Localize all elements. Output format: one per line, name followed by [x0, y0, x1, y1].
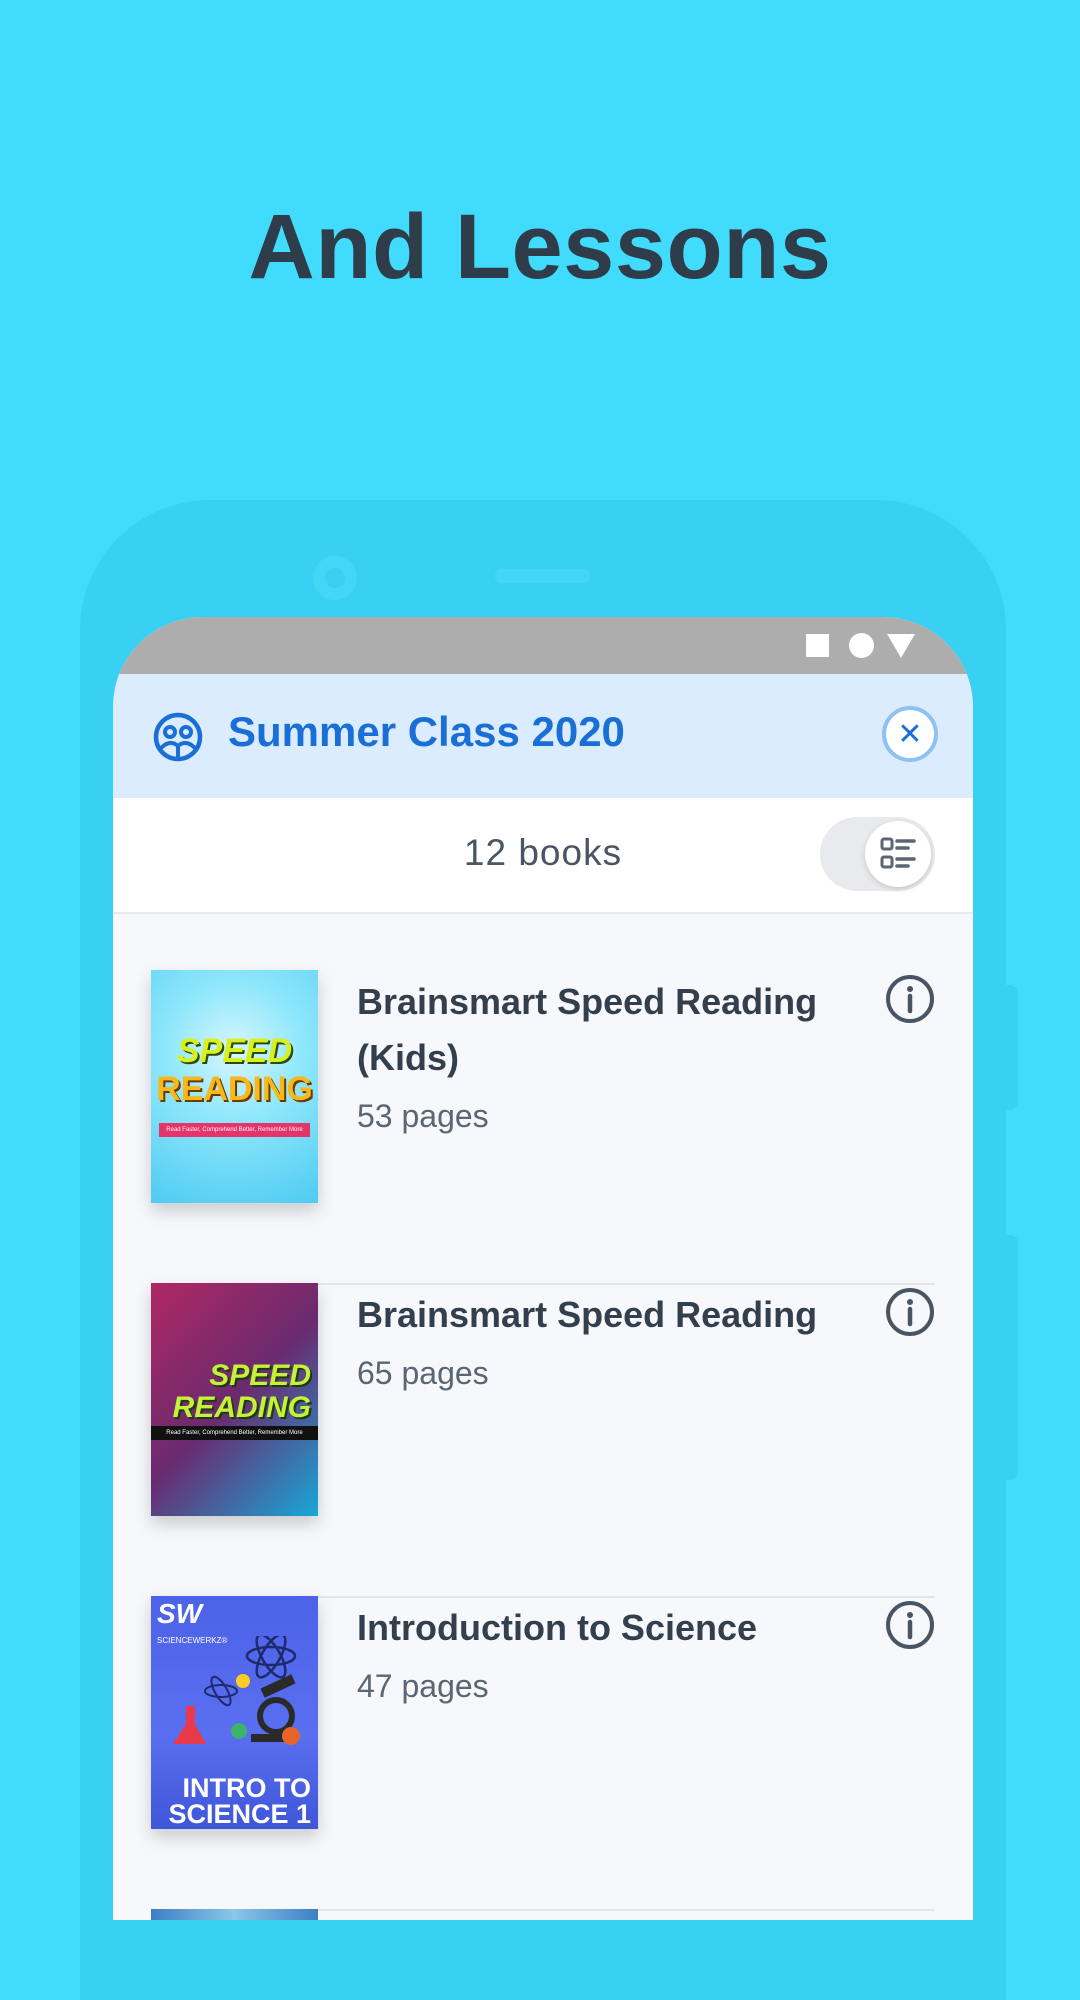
class-group-icon	[153, 712, 203, 762]
book-cover: SPEED READING Read Faster, Comprehend Be…	[151, 970, 318, 1203]
book-title: Brainsmart Speed Reading	[357, 1294, 818, 1335]
book-count-bar: 12 books	[113, 798, 973, 914]
book-list-item-partial[interactable]	[151, 1909, 318, 1920]
close-icon: ✕	[897, 717, 923, 751]
book-pages: 65 pages	[357, 1355, 489, 1391]
cover-subtitle: Read Faster, Comprehend Better, Remember…	[151, 1426, 318, 1440]
book-pages: 53 pages	[357, 1098, 489, 1134]
book-list-item[interactable]: SPEED READING Read Faster, Comprehend Be…	[151, 970, 935, 1285]
phone-speaker	[495, 569, 591, 583]
headline: And Lessons	[248, 196, 832, 298]
cover-logo: SW	[157, 1598, 203, 1629]
recents-icon	[806, 634, 829, 657]
book-list-item[interactable]: SW SCIENCEWERKZ® INTRO TO SCIENCE 1 Intr…	[151, 1596, 935, 1911]
phone-volume-button	[1004, 985, 1018, 1110]
phone-screen: Summer Class 2020 ✕ 12 books SPEED READI…	[113, 617, 973, 1920]
view-toggle[interactable]	[820, 817, 935, 891]
close-button[interactable]: ✕	[882, 706, 938, 762]
class-header: Summer Class 2020 ✕	[113, 674, 973, 798]
book-pages: 47 pages	[357, 1668, 489, 1704]
home-icon	[849, 633, 874, 658]
class-title: Summer Class 2020	[228, 708, 625, 755]
cover-title-line: INTRO TO	[182, 1773, 311, 1803]
info-icon[interactable]	[885, 974, 935, 1024]
book-title: Brainsmart Speed Reading (Kids)	[357, 981, 818, 1078]
back-icon	[887, 634, 915, 658]
cover-title-line: READING	[156, 1070, 313, 1108]
cover-subtitle: Read Faster, Comprehend Better, Remember…	[159, 1123, 310, 1137]
book-cover: SPEED READING Read Faster, Comprehend Be…	[151, 1283, 318, 1516]
status-bar	[113, 617, 973, 674]
cover-title-line: READING	[172, 1391, 311, 1424]
science-illustration	[173, 1636, 300, 1745]
info-icon[interactable]	[885, 1600, 935, 1650]
info-icon[interactable]	[885, 1287, 935, 1337]
cover-title-line: SPEED	[176, 1032, 293, 1070]
book-title: Introduction to Science	[357, 1607, 758, 1648]
cover-title-line: SPEED	[209, 1359, 311, 1392]
list-view-icon	[880, 837, 916, 869]
toggle-knob	[865, 821, 931, 887]
book-cover: SW SCIENCEWERKZ® INTRO TO SCIENCE 1	[151, 1596, 318, 1829]
phone-camera	[313, 556, 357, 600]
cover-title-line: SCIENCE 1	[168, 1799, 311, 1829]
book-list-item[interactable]: SPEED READING Read Faster, Comprehend Be…	[151, 1283, 935, 1598]
phone-power-button	[1004, 1235, 1018, 1480]
